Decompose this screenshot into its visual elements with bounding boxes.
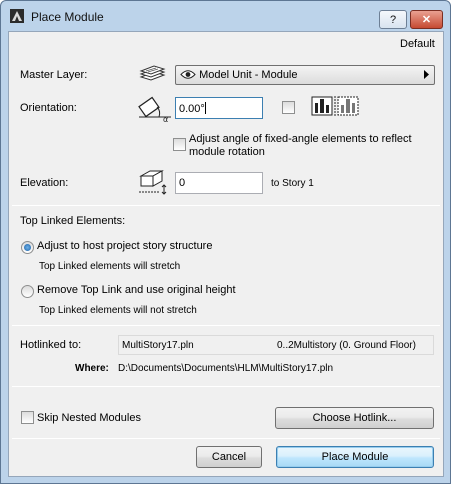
- hotlink-file-name: MultiStory17.pln: [122, 340, 194, 351]
- orientation-angle-input[interactable]: 0.00°: [175, 97, 263, 119]
- choose-hotlink-button[interactable]: Choose Hotlink...: [275, 407, 434, 429]
- skip-nested-modules-checkbox[interactable]: [21, 411, 34, 424]
- elevation-label: Elevation:: [20, 177, 69, 189]
- adjust-to-host-radio[interactable]: [21, 241, 34, 254]
- remove-top-link-note: Top Linked elements will not stretch: [39, 305, 197, 316]
- master-layer-value: Model Unit - Module: [199, 69, 298, 81]
- favorites-preset-label[interactable]: Default: [400, 38, 435, 50]
- rotation-angle-icon: α: [137, 93, 173, 126]
- remove-top-link-label[interactable]: Remove Top Link and use original height: [37, 284, 236, 296]
- separator: [12, 438, 440, 439]
- hotlinked-to-label: Hotlinked to:: [20, 339, 82, 351]
- elevation-reference-story: to Story 1: [271, 178, 314, 189]
- adjust-to-host-note: Top Linked elements will stretch: [39, 261, 181, 272]
- place-module-button[interactable]: Place Module: [276, 446, 434, 468]
- adjust-fixed-angle-label-2[interactable]: module rotation: [189, 146, 265, 158]
- where-label: Where:: [75, 363, 109, 374]
- master-layer-label: Master Layer:: [20, 69, 88, 81]
- help-button[interactable]: ?: [379, 10, 407, 29]
- place-module-dialog: Place Module ? ✕ Default Master Layer: M…: [0, 0, 451, 484]
- layers-icon: [138, 65, 166, 86]
- elevation-input[interactable]: 0: [175, 172, 263, 194]
- cancel-button[interactable]: Cancel: [196, 446, 262, 468]
- window-title: Place Module: [31, 10, 104, 24]
- separator: [12, 386, 440, 387]
- hotlink-source-field: MultiStory17.pln 0..2Multistory (0. Grou…: [118, 335, 434, 355]
- skip-nested-modules-label[interactable]: Skip Nested Modules: [37, 412, 141, 424]
- elevation-icon: [138, 166, 168, 199]
- hotlink-path: D:\Documents\Documents\HLM\MultiStory17.…: [118, 363, 334, 374]
- adjust-to-host-label[interactable]: Adjust to host project story structure: [37, 240, 212, 252]
- archicad-app-icon: [10, 9, 24, 23]
- adjust-fixed-angle-checkbox[interactable]: [173, 138, 186, 151]
- adjust-fixed-angle-label[interactable]: Adjust angle of fixed-angle elements to …: [189, 133, 412, 145]
- close-button[interactable]: ✕: [410, 10, 443, 29]
- separator: [12, 205, 440, 206]
- mirror-icon: [311, 95, 359, 120]
- top-linked-heading: Top Linked Elements:: [20, 215, 126, 227]
- mirror-checkbox[interactable]: [282, 101, 295, 114]
- separator: [12, 325, 440, 326]
- dialog-body: Default Master Layer: Model Unit - Modul…: [8, 31, 444, 477]
- title-bar[interactable]: Place Module ? ✕: [1, 1, 450, 31]
- remove-top-link-radio[interactable]: [21, 285, 34, 298]
- eye-icon: [180, 69, 196, 83]
- master-layer-dropdown[interactable]: Model Unit - Module: [175, 65, 435, 85]
- svg-text:α: α: [163, 115, 168, 123]
- dropdown-arrow-icon: [424, 70, 429, 82]
- hotlink-story-name: 0..2Multistory (0. Ground Floor): [277, 340, 416, 351]
- orientation-label: Orientation:: [20, 102, 77, 114]
